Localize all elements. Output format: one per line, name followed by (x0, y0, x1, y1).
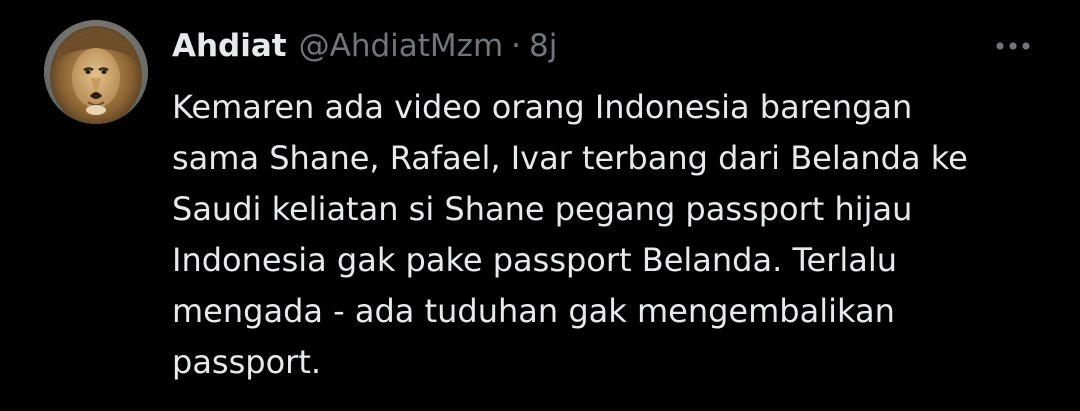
display-name[interactable]: Ahdiat (172, 28, 287, 64)
timestamp[interactable]: 8j (529, 28, 557, 64)
tweet-header: Ahdiat @AhdiatMzm · 8j (172, 26, 557, 66)
tweet-text-line: Saudi keliatan si Shane pegang passport … (172, 190, 913, 228)
separator-dot: · (511, 28, 521, 64)
tweet-text-line: mengada - ada tuduhan gak mengembalikan (172, 292, 895, 330)
user-handle[interactable]: @AhdiatMzm (299, 28, 504, 64)
avatar[interactable] (44, 20, 148, 124)
tweet-text-line: Kemaren ada video orang Indonesia bareng… (172, 88, 913, 126)
tweet-text-line: sama Shane, Rafael, Ivar terbang dari Be… (172, 139, 968, 177)
tweet-text-line: Indonesia gak pake passport Belanda. Ter… (172, 241, 898, 279)
tweet-text-line: passport. (172, 343, 322, 381)
lion-avatar-icon (44, 20, 148, 124)
tweet: Ahdiat @AhdiatMzm · 8j Kemaren ada video… (0, 0, 1080, 411)
more-horizontal-icon (996, 42, 1030, 50)
more-options-button[interactable] (990, 30, 1036, 62)
tweet-text: Kemaren ada video orang Indonesia bareng… (172, 82, 1052, 388)
